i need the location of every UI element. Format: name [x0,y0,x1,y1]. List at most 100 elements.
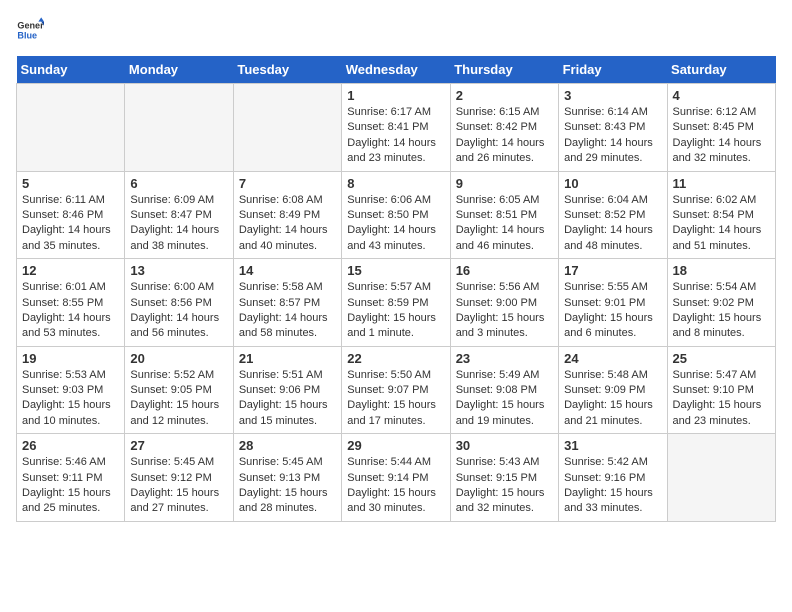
day-info: Sunrise: 5:47 AMSunset: 9:10 PMDaylight:… [673,368,770,430]
calendar-cell [17,84,125,172]
logo: General Blue [16,16,44,44]
day-number: 8 [347,176,444,191]
day-number: 3 [564,88,661,103]
day-info: Sunrise: 5:42 AMSunset: 9:16 PMDaylight:… [564,455,661,517]
day-info: Sunrise: 5:51 AMSunset: 9:06 PMDaylight:… [239,368,336,430]
day-info: Sunrise: 6:06 AMSunset: 8:50 PMDaylight:… [347,193,444,255]
calendar-cell: 28 Sunrise: 5:45 AMSunset: 9:13 PMDayligh… [233,434,341,522]
day-number: 17 [564,263,661,278]
day-info: Sunrise: 6:14 AMSunset: 8:43 PMDaylight:… [564,105,661,167]
calendar-cell: 14Sunrise: 5:58 AMSunset: 8:57 PMDayligh… [233,259,341,347]
day-info: Sunrise: 6:00 AMSunset: 8:56 PMDaylight:… [130,280,227,342]
day-info: Sunrise: 6:01 AMSunset: 8:55 PMDaylight:… [22,280,119,342]
day-info: Sunrise: 5:54 AMSunset: 9:02 PMDaylight:… [673,280,770,342]
calendar-cell: 11 Sunrise: 6:02 AMSunset: 8:54 PMDayligh… [667,171,775,259]
day-number: 10 [564,176,661,191]
day-info: Sunrise: 6:12 AMSunset: 8:45 PMDaylight:… [673,105,770,167]
calendar-cell: 25 Sunrise: 5:47 AMSunset: 9:10 PMDayligh… [667,346,775,434]
calendar-cell: 24 Sunrise: 5:48 AMSunset: 9:09 PMDayligh… [559,346,667,434]
day-header-friday: Friday [559,56,667,84]
header: General Blue [16,16,776,44]
day-info: Sunrise: 5:45 AMSunset: 9:13 PMDaylight:… [239,455,336,517]
week-row-2: 5 Sunrise: 6:11 AMSunset: 8:46 PMDaylight… [17,171,776,259]
calendar-table: SundayMondayTuesdayWednesdayThursdayFrid… [16,56,776,522]
day-header-sunday: Sunday [17,56,125,84]
day-number: 29 [347,438,444,453]
calendar-cell: 18 Sunrise: 5:54 AMSunset: 9:02 PMDayligh… [667,259,775,347]
day-info: Sunrise: 5:49 AMSunset: 9:08 PMDaylight:… [456,368,553,430]
day-info: Sunrise: 6:08 AMSunset: 8:49 PMDaylight:… [239,193,336,255]
day-header-wednesday: Wednesday [342,56,450,84]
day-number: 7 [239,176,336,191]
calendar-cell: 26 Sunrise: 5:46 AMSunset: 9:11 PMDayligh… [17,434,125,522]
day-number: 23 [456,351,553,366]
day-number: 11 [673,176,770,191]
day-info: Sunrise: 6:17 AMSunset: 8:41 PMDaylight:… [347,105,444,167]
day-number: 14 [239,263,336,278]
day-number: 15 [347,263,444,278]
day-number: 19 [22,351,119,366]
calendar-cell [233,84,341,172]
calendar-cell: 15 Sunrise: 5:57 AMSunset: 8:59 PMDayligh… [342,259,450,347]
calendar-cell: 21 Sunrise: 5:51 AMSunset: 9:06 PMDayligh… [233,346,341,434]
day-info: Sunrise: 5:46 AMSunset: 9:11 PMDaylight:… [22,455,119,517]
calendar-cell: 31Sunrise: 5:42 AMSunset: 9:16 PMDayligh… [559,434,667,522]
day-number: 2 [456,88,553,103]
day-number: 20 [130,351,227,366]
day-number: 24 [564,351,661,366]
day-number: 28 [239,438,336,453]
day-info: Sunrise: 5:44 AMSunset: 9:14 PMDaylight:… [347,455,444,517]
day-number: 18 [673,263,770,278]
day-number: 5 [22,176,119,191]
calendar-cell: 30 Sunrise: 5:43 AMSunset: 9:15 PMDayligh… [450,434,558,522]
day-info: Sunrise: 5:53 AMSunset: 9:03 PMDaylight:… [22,368,119,430]
calendar-cell: 12 Sunrise: 6:01 AMSunset: 8:55 PMDayligh… [17,259,125,347]
day-number: 27 [130,438,227,453]
day-info: Sunrise: 6:02 AMSunset: 8:54 PMDaylight:… [673,193,770,255]
day-header-monday: Monday [125,56,233,84]
week-row-5: 26 Sunrise: 5:46 AMSunset: 9:11 PMDayligh… [17,434,776,522]
calendar-cell: 7 Sunrise: 6:08 AMSunset: 8:49 PMDaylight… [233,171,341,259]
logo-icon: General Blue [16,16,44,44]
day-info: Sunrise: 5:48 AMSunset: 9:09 PMDaylight:… [564,368,661,430]
calendar-cell: 19 Sunrise: 5:53 AMSunset: 9:03 PMDayligh… [17,346,125,434]
day-info: Sunrise: 6:04 AMSunset: 8:52 PMDaylight:… [564,193,661,255]
calendar-cell: 10 Sunrise: 6:04 AMSunset: 8:52 PMDayligh… [559,171,667,259]
calendar-cell: 29 Sunrise: 5:44 AMSunset: 9:14 PMDayligh… [342,434,450,522]
day-number: 25 [673,351,770,366]
header-row: SundayMondayTuesdayWednesdayThursdayFrid… [17,56,776,84]
calendar-cell: 6Sunrise: 6:09 AMSunset: 8:47 PMDaylight… [125,171,233,259]
week-row-3: 12 Sunrise: 6:01 AMSunset: 8:55 PMDayligh… [17,259,776,347]
calendar-cell: 23 Sunrise: 5:49 AMSunset: 9:08 PMDayligh… [450,346,558,434]
calendar-cell: 2Sunrise: 6:15 AMSunset: 8:42 PMDaylight… [450,84,558,172]
day-number: 30 [456,438,553,453]
day-info: Sunrise: 6:11 AMSunset: 8:46 PMDaylight:… [22,193,119,255]
calendar-cell: 16 Sunrise: 5:56 AMSunset: 9:00 PMDayligh… [450,259,558,347]
day-number: 1 [347,88,444,103]
calendar-cell: 5 Sunrise: 6:11 AMSunset: 8:46 PMDaylight… [17,171,125,259]
day-number: 4 [673,88,770,103]
day-header-thursday: Thursday [450,56,558,84]
svg-text:General: General [17,21,44,31]
svg-text:Blue: Blue [17,30,37,40]
week-row-1: 1 Sunrise: 6:17 AMSunset: 8:41 PMDaylight… [17,84,776,172]
day-info: Sunrise: 5:43 AMSunset: 9:15 PMDaylight:… [456,455,553,517]
week-row-4: 19 Sunrise: 5:53 AMSunset: 9:03 PMDayligh… [17,346,776,434]
day-number: 16 [456,263,553,278]
day-info: Sunrise: 6:09 AMSunset: 8:47 PMDaylight:… [130,193,227,255]
calendar-cell: 9Sunrise: 6:05 AMSunset: 8:51 PMDaylight… [450,171,558,259]
calendar-cell: 20Sunrise: 5:52 AMSunset: 9:05 PMDayligh… [125,346,233,434]
calendar-cell: 13 Sunrise: 6:00 AMSunset: 8:56 PMDayligh… [125,259,233,347]
day-number: 21 [239,351,336,366]
day-number: 26 [22,438,119,453]
day-number: 12 [22,263,119,278]
day-number: 13 [130,263,227,278]
day-info: Sunrise: 5:57 AMSunset: 8:59 PMDaylight:… [347,280,444,342]
day-info: Sunrise: 5:50 AMSunset: 9:07 PMDaylight:… [347,368,444,430]
calendar-cell: 22Sunrise: 5:50 AMSunset: 9:07 PMDayligh… [342,346,450,434]
calendar-cell: 4 Sunrise: 6:12 AMSunset: 8:45 PMDaylight… [667,84,775,172]
calendar-cell: 1 Sunrise: 6:17 AMSunset: 8:41 PMDaylight… [342,84,450,172]
day-header-tuesday: Tuesday [233,56,341,84]
day-info: Sunrise: 5:55 AMSunset: 9:01 PMDaylight:… [564,280,661,342]
day-info: Sunrise: 5:56 AMSunset: 9:00 PMDaylight:… [456,280,553,342]
